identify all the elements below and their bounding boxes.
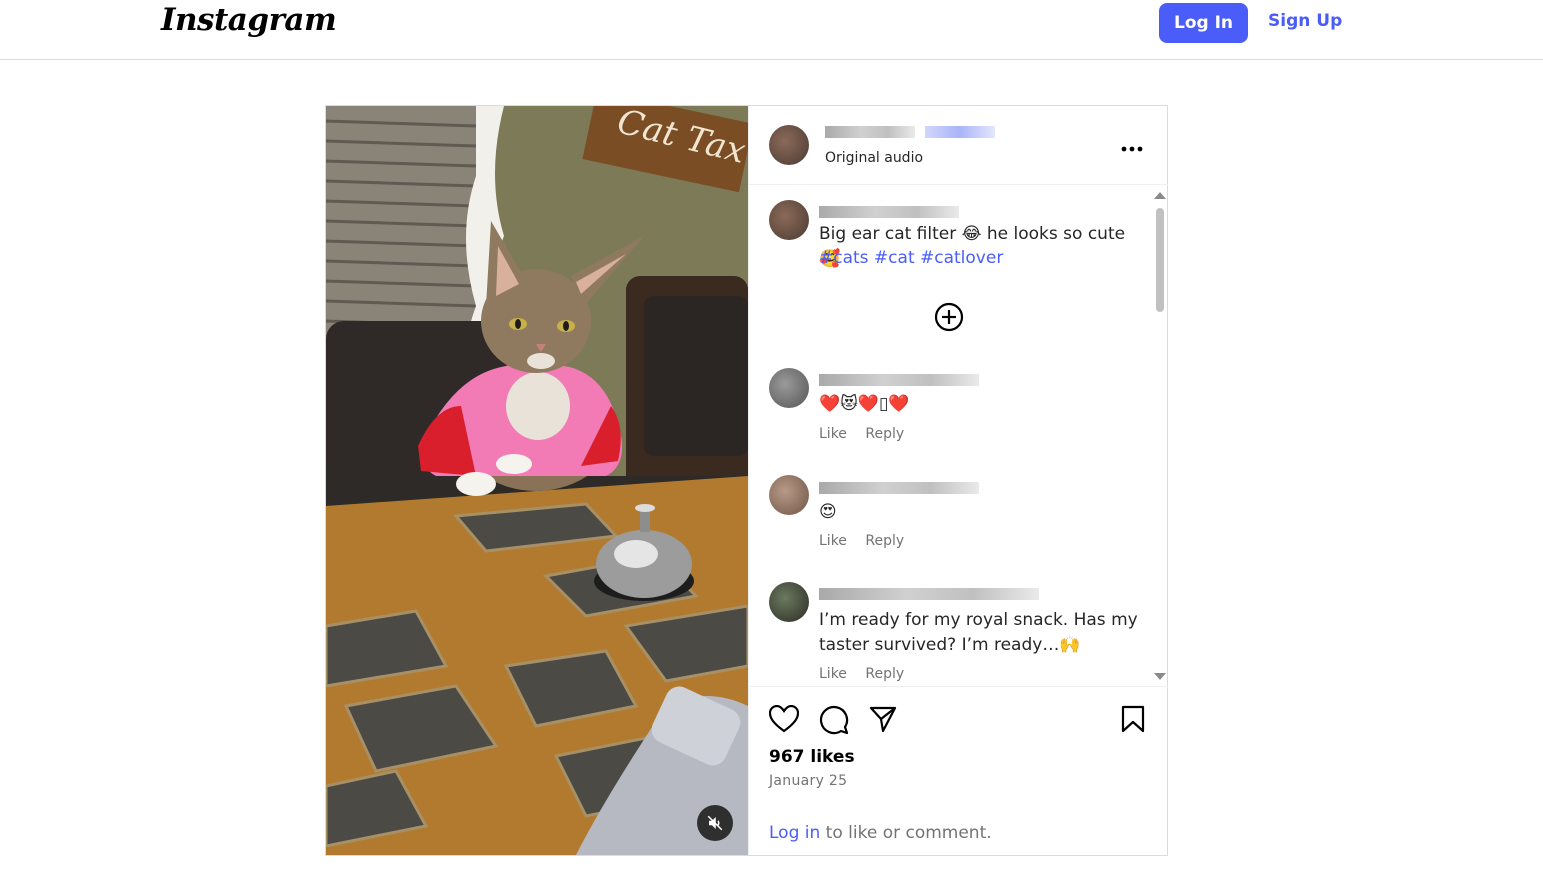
post-date[interactable]: January 25 [769,773,847,789]
comment-actions: Like Reply [819,426,918,442]
scroll-up-arrow[interactable] [1154,192,1166,199]
comment-username[interactable] [819,374,979,386]
author-avatar[interactable] [769,125,809,165]
scroll-down-arrow[interactable] [1154,673,1166,680]
login-prompt: Log in to like or comment. [769,823,992,843]
caption-avatar[interactable] [769,200,809,240]
like-comment-button[interactable]: Like [819,666,847,682]
share-button[interactable] [869,705,897,737]
comment-text: 😍 [819,502,837,522]
like-button[interactable] [768,704,800,737]
comment-username[interactable] [819,482,979,494]
comment-avatar[interactable] [769,582,809,622]
more-icon [1121,146,1143,152]
comment-text: I’m ready for my royal snack. Has my tas… [819,610,1138,655]
comment-button[interactable] [819,705,849,739]
mute-icon [707,815,723,831]
login-prompt-link[interactable]: Log in [769,823,820,843]
heart-icon [768,704,800,733]
post-sidebar: Original audio Big ear cat filter 😂 he l… [748,106,1168,855]
load-more-button[interactable] [933,301,965,337]
top-nav: Instagram Log In Sign Up [0,0,1543,60]
mute-button[interactable] [697,805,733,841]
plus-circle-icon [934,302,964,332]
post-actions: 967 likes January 25 Log in to like or c… [749,686,1168,855]
reply-comment-button[interactable]: Reply [865,533,904,549]
comment-avatar[interactable] [769,368,809,408]
comments-scrollbar[interactable] [1154,192,1166,680]
comment-actions: Like Reply [819,666,918,682]
follow-link[interactable] [925,126,995,138]
comment-actions: Like Reply [819,533,918,549]
comment-icon [820,706,849,735]
caption-username[interactable] [819,206,959,218]
scroll-thumb[interactable] [1156,208,1164,312]
likes-count[interactable]: 967 likes [769,747,855,767]
reply-comment-button[interactable]: Reply [865,426,904,442]
post-header: Original audio [749,106,1168,185]
more-options-button[interactable] [1121,134,1143,158]
share-icon [869,706,897,733]
caption-hashtags[interactable]: #cats #cat #catlover [819,248,1003,268]
comment-username[interactable] [819,588,1039,600]
reply-comment-button[interactable]: Reply [865,666,904,682]
bookmark-icon [1121,705,1145,733]
audio-label[interactable]: Original audio [825,150,923,166]
login-button[interactable]: Log In [1159,3,1248,43]
comments-list[interactable]: Big ear cat filter 😂 he looks so cute 🥰 … [749,186,1168,686]
signup-link[interactable]: Sign Up [1268,11,1342,31]
like-comment-button[interactable]: Like [819,426,847,442]
video-frame: Cat Tax [326,106,748,855]
comment-text: ❤️😻❤️▯❤️ [819,394,910,414]
like-comment-button[interactable]: Like [819,533,847,549]
author-username[interactable] [825,126,915,138]
login-prompt-text: to like or comment. [820,823,992,843]
save-button[interactable] [1121,705,1145,737]
instagram-logo[interactable]: Instagram [161,2,337,38]
post-video[interactable]: Cat Tax [326,106,748,855]
comment-avatar[interactable] [769,475,809,515]
post-card: Cat Tax Original audio Big ear cat filte… [325,105,1168,856]
